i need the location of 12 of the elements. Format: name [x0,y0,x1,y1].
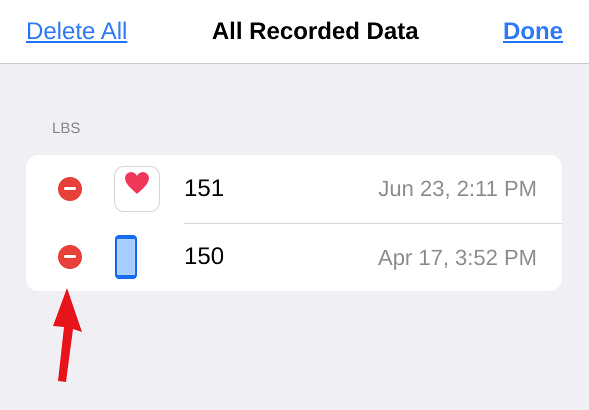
done-link[interactable]: Done [502,14,563,50]
weight-value: 150 [184,242,224,272]
delete-all-link[interactable]: Delete All [26,14,128,50]
weight-value: 151 [184,174,224,204]
record-date: Apr 17, 3:52 PM [378,244,537,272]
window-title: All Recorded Data [212,16,419,46]
delete-button[interactable] [58,176,82,200]
phone-icon [114,234,138,280]
record-date: Jun 23, 2:11 PM [378,175,537,203]
delete-button[interactable] [58,244,82,268]
heart-app-icon [114,166,160,212]
section-header: LBS [51,119,82,139]
